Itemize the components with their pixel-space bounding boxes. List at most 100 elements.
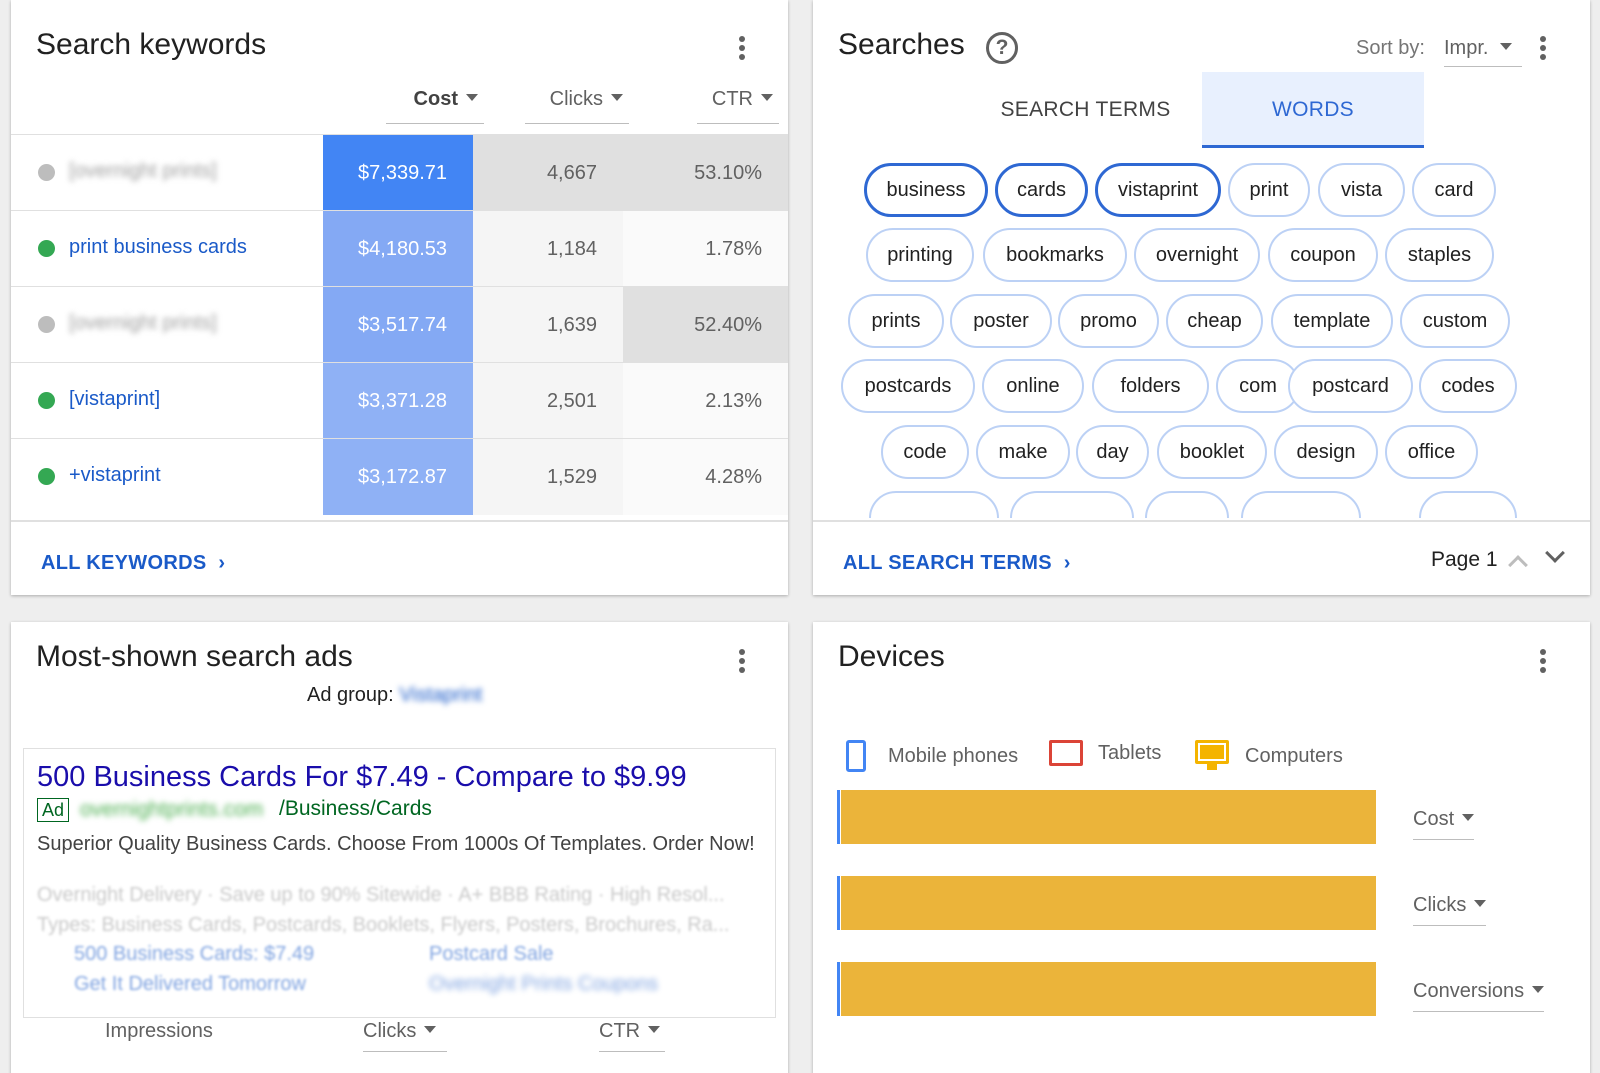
word-chip[interactable]: folders: [1092, 359, 1209, 413]
word-chip[interactable]: printing: [866, 228, 974, 282]
word-chip[interactable]: code: [881, 425, 969, 479]
word-chip[interactable]: online: [982, 359, 1084, 413]
word-chip[interactable]: make: [976, 425, 1070, 479]
cost-cell: $4,180.53: [323, 211, 473, 287]
card-title: Search keywords: [36, 28, 267, 61]
word-chip[interactable]: [1419, 491, 1517, 518]
word-chip[interactable]: poster: [950, 294, 1052, 348]
keyword-link[interactable]: [overnight prints]: [69, 160, 217, 183]
word-chip[interactable]: staples: [1385, 228, 1494, 282]
tab-search-terms[interactable]: SEARCH TERMS: [978, 72, 1193, 148]
more-menu-icon[interactable]: [1533, 646, 1553, 676]
metric-dropdown[interactable]: Conversions: [1413, 980, 1545, 1012]
more-menu-icon[interactable]: [732, 646, 752, 676]
word-chip[interactable]: vista: [1318, 163, 1405, 217]
column-header-clicks[interactable]: Clicks: [525, 88, 629, 124]
chevron-up-icon[interactable]: [1508, 555, 1528, 575]
most-shown-ads-card: Most-shown search ads Ad group: Vistapri…: [11, 622, 788, 1073]
sort-dropdown[interactable]: Impr.: [1444, 37, 1522, 67]
column-header-cost[interactable]: Cost: [386, 88, 484, 124]
dropdown-icon: [1474, 900, 1487, 908]
more-menu-icon[interactable]: [732, 33, 752, 63]
dropdown-icon: [1532, 986, 1545, 994]
keyword-link[interactable]: [vistaprint]: [69, 388, 160, 411]
metric-clicks-dropdown[interactable]: Clicks: [363, 1020, 447, 1052]
word-chip[interactable]: custom: [1400, 294, 1510, 348]
metric-dropdown[interactable]: Clicks: [1413, 894, 1487, 926]
word-chip[interactable]: design: [1274, 425, 1378, 479]
chevron-right-icon: ›: [218, 552, 226, 574]
word-chip[interactable]: business: [864, 163, 988, 217]
metric-label: Cost: [1413, 808, 1455, 830]
ad-sitelink[interactable]: Overnight Prints Coupons: [429, 973, 658, 996]
status-dot-icon: [38, 468, 55, 485]
word-chip[interactable]: coupon: [1268, 228, 1378, 282]
word-chip[interactable]: card: [1412, 163, 1496, 217]
metric-dropdown[interactable]: Cost: [1413, 808, 1475, 840]
word-chip[interactable]: [1241, 491, 1361, 518]
ctr-cell: 2.13%: [623, 363, 788, 439]
device-bar: [837, 962, 1381, 1016]
word-chip[interactable]: booklet: [1157, 425, 1267, 479]
device-bar: [837, 790, 1381, 844]
word-chip[interactable]: codes: [1419, 359, 1517, 413]
cost-cell: $3,517.74: [323, 287, 473, 363]
status-dot-icon: [38, 316, 55, 333]
clicks-cell: 1,184: [473, 211, 623, 287]
all-search-terms-link[interactable]: ALL SEARCH TERMS ›: [843, 552, 1071, 575]
cost-cell: $3,172.87: [323, 439, 473, 515]
table-row: [overnight prints] $7,339.71 4,667 53.10%: [11, 134, 788, 211]
tablet-icon: [1049, 740, 1083, 766]
dropdown-icon: [424, 1026, 437, 1034]
ad-headline[interactable]: 500 Business Cards For $7.49 - Compare t…: [37, 761, 687, 794]
keyword-link[interactable]: print business cards: [69, 236, 247, 259]
word-chip[interactable]: template: [1271, 294, 1393, 348]
legend-computers[interactable]: Computers: [1195, 740, 1343, 772]
computers-share-bar: [841, 790, 1376, 844]
word-chip[interactable]: day: [1076, 425, 1149, 479]
word-chip[interactable]: cheap: [1166, 294, 1263, 348]
dropdown-icon: [1462, 814, 1475, 822]
mobile-share-bar: [837, 962, 840, 1016]
legend-mobile-phones[interactable]: Mobile phones: [846, 740, 1018, 772]
dropdown-icon: [611, 94, 623, 102]
keyword-link[interactable]: +vistaprint: [69, 464, 161, 487]
all-keywords-link[interactable]: ALL KEYWORDS ›: [41, 552, 225, 575]
ad-snippets: Types: Business Cards, Postcards, Bookle…: [37, 914, 730, 936]
legend-tablets[interactable]: Tablets: [1049, 740, 1161, 766]
word-chip[interactable]: [1010, 491, 1134, 518]
chevron-down-icon[interactable]: [1545, 543, 1565, 563]
word-chip[interactable]: [869, 491, 999, 518]
word-chip[interactable]: overnight: [1134, 228, 1260, 282]
word-chip[interactable]: postcards: [841, 359, 975, 413]
word-chip[interactable]: print: [1228, 163, 1310, 217]
phone-icon: [846, 740, 866, 772]
column-header-ctr[interactable]: CTR: [697, 88, 779, 124]
dropdown-icon: [648, 1026, 661, 1034]
ad-sitelink[interactable]: Get It Delivered Tomorrow: [74, 973, 306, 996]
help-icon[interactable]: ?: [986, 32, 1018, 64]
word-chip[interactable]: office: [1385, 425, 1478, 479]
ad-sitelink[interactable]: 500 Business Cards: $7.49: [74, 943, 314, 966]
more-menu-icon[interactable]: [1533, 33, 1553, 63]
card-title: Most-shown search ads: [36, 640, 353, 673]
word-chip[interactable]: bookmarks: [983, 228, 1127, 282]
searches-card: Searches ? Sort by: Impr. SEARCH TERMS W…: [813, 0, 1590, 595]
card-title: Searches: [838, 28, 965, 61]
clicks-cell: 1,639: [473, 287, 623, 363]
word-chip[interactable]: cards: [995, 163, 1088, 217]
ad-sitelink[interactable]: Postcard Sale: [429, 943, 554, 966]
word-chip[interactable]: [1145, 491, 1229, 518]
word-chip[interactable]: promo: [1058, 294, 1159, 348]
ad-display-url-path: /Business/Cards: [279, 797, 432, 820]
word-chip[interactable]: vistaprint: [1095, 163, 1221, 217]
ad-group-value[interactable]: Vistaprint: [399, 684, 482, 706]
page-indicator: Page 1: [1431, 548, 1498, 571]
metric-ctr-dropdown[interactable]: CTR: [599, 1020, 665, 1052]
computers-share-bar: [841, 876, 1376, 930]
word-chip[interactable]: prints: [848, 294, 944, 348]
word-chip[interactable]: postcard: [1288, 359, 1413, 413]
sort-label: Sort by:: [1356, 37, 1425, 59]
tab-words[interactable]: WORDS: [1202, 72, 1424, 148]
keyword-link[interactable]: [overnight prints]: [69, 312, 217, 335]
